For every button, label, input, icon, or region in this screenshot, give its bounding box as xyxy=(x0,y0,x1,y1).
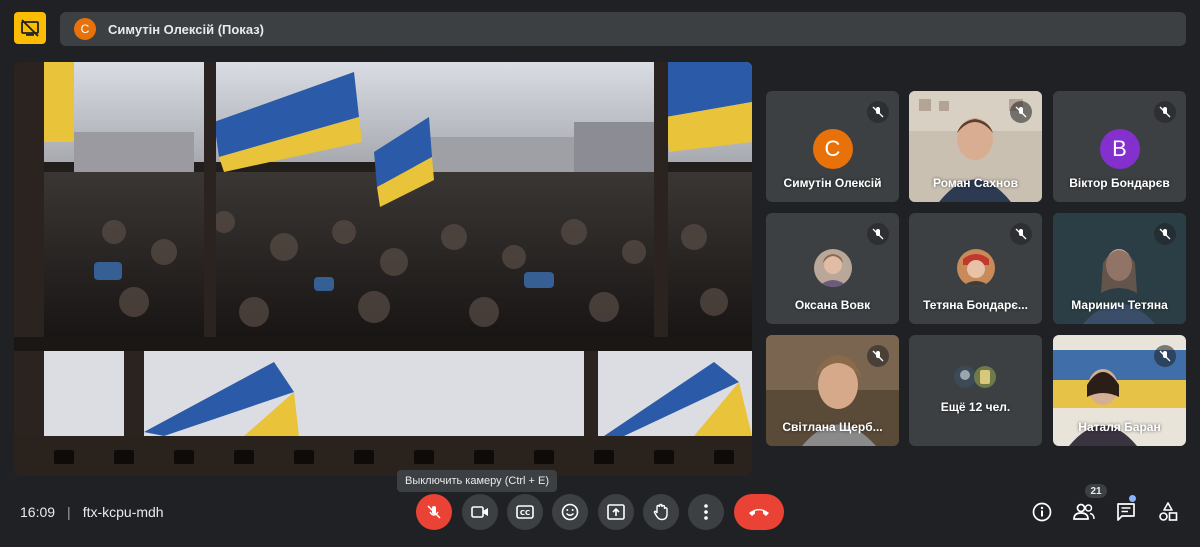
svg-text:CC: CC xyxy=(520,509,530,517)
mic-off-icon xyxy=(1010,101,1032,123)
meeting-time: 16:09 xyxy=(20,504,56,520)
mic-off-icon xyxy=(867,101,889,123)
separator: | xyxy=(67,504,71,520)
participant-tile[interactable]: Тетяна Бондарє... xyxy=(909,213,1042,324)
participant-name: Роман Сахнов xyxy=(933,176,1018,190)
present-off-icon[interactable] xyxy=(14,12,46,44)
camera-tooltip: Выключить камеру (Ctrl + E) xyxy=(397,470,558,492)
shared-screen xyxy=(14,62,752,476)
more-vert-icon[interactable] xyxy=(688,494,724,530)
present-screen-icon[interactable] xyxy=(598,494,634,530)
mic-off-icon xyxy=(867,223,889,245)
chat-unread-dot xyxy=(1129,495,1136,502)
raise-hand-icon[interactable] xyxy=(643,494,679,530)
participant-tile[interactable]: С Симутін Олексій xyxy=(766,91,899,202)
more-participants-label: Ещё 12 чел. xyxy=(940,400,1011,414)
mic-off-icon xyxy=(1154,101,1176,123)
more-participants-avatars xyxy=(953,365,999,389)
presenter-label: Симутін Олексій (Показ) xyxy=(108,21,264,37)
mic-off-icon xyxy=(867,345,889,367)
chat-icon[interactable] xyxy=(1113,499,1139,525)
participant-tile[interactable]: Світлана Щерб... xyxy=(766,335,899,446)
shared-screen-image xyxy=(14,62,752,476)
mic-off-icon xyxy=(1154,223,1176,245)
more-participants-tile[interactable]: Ещё 12 чел. xyxy=(909,335,1042,446)
meeting-details: 16:09 | ftx-kcpu-mdh xyxy=(20,502,164,522)
participant-photo xyxy=(956,249,995,287)
participant-photo xyxy=(813,249,852,287)
info-icon[interactable] xyxy=(1029,499,1055,525)
presenter-avatar: С xyxy=(74,18,96,40)
captions-icon[interactable]: CC xyxy=(507,494,543,530)
participant-avatar: С xyxy=(812,129,853,169)
participant-tile[interactable]: В Віктор Бондарєв xyxy=(1053,91,1186,202)
participant-name: Віктор Бондарєв xyxy=(1069,176,1170,190)
participant-tile[interactable]: Наталя Баран xyxy=(1053,335,1186,446)
participant-tile[interactable]: Оксана Вовк xyxy=(766,213,899,324)
mic-off-icon xyxy=(1154,345,1176,367)
participant-tile[interactable]: Маринич Тетяна xyxy=(1053,213,1186,324)
call-end-icon[interactable] xyxy=(734,494,784,530)
activities-icon[interactable] xyxy=(1155,499,1181,525)
participant-name: Тетяна Бондарє... xyxy=(923,298,1028,312)
participant-name: Маринич Тетяна xyxy=(1071,298,1168,312)
people-count-badge: 21 xyxy=(1085,484,1107,498)
participant-tile[interactable]: Роман Сахнов xyxy=(909,91,1042,202)
participant-avatar: В xyxy=(1099,129,1140,169)
people-icon[interactable] xyxy=(1071,499,1097,525)
emoji-icon[interactable] xyxy=(552,494,588,530)
participant-name: Оксана Вовк xyxy=(794,298,871,312)
participant-name: Світлана Щерб... xyxy=(782,420,883,434)
mic-off-icon xyxy=(1010,223,1032,245)
meeting-code: ftx-kcpu-mdh xyxy=(82,504,164,520)
participant-grid: С Симутін Олексій Роман Сахнов В Віктор … xyxy=(766,91,1186,447)
participant-name: Наталя Баран xyxy=(1078,420,1161,434)
participant-name: Симутін Олексій xyxy=(783,176,882,190)
mic-off-icon[interactable] xyxy=(416,494,452,530)
presenter-bar: С Симутін Олексій (Показ) xyxy=(60,12,1186,46)
videocam-icon[interactable] xyxy=(462,494,498,530)
